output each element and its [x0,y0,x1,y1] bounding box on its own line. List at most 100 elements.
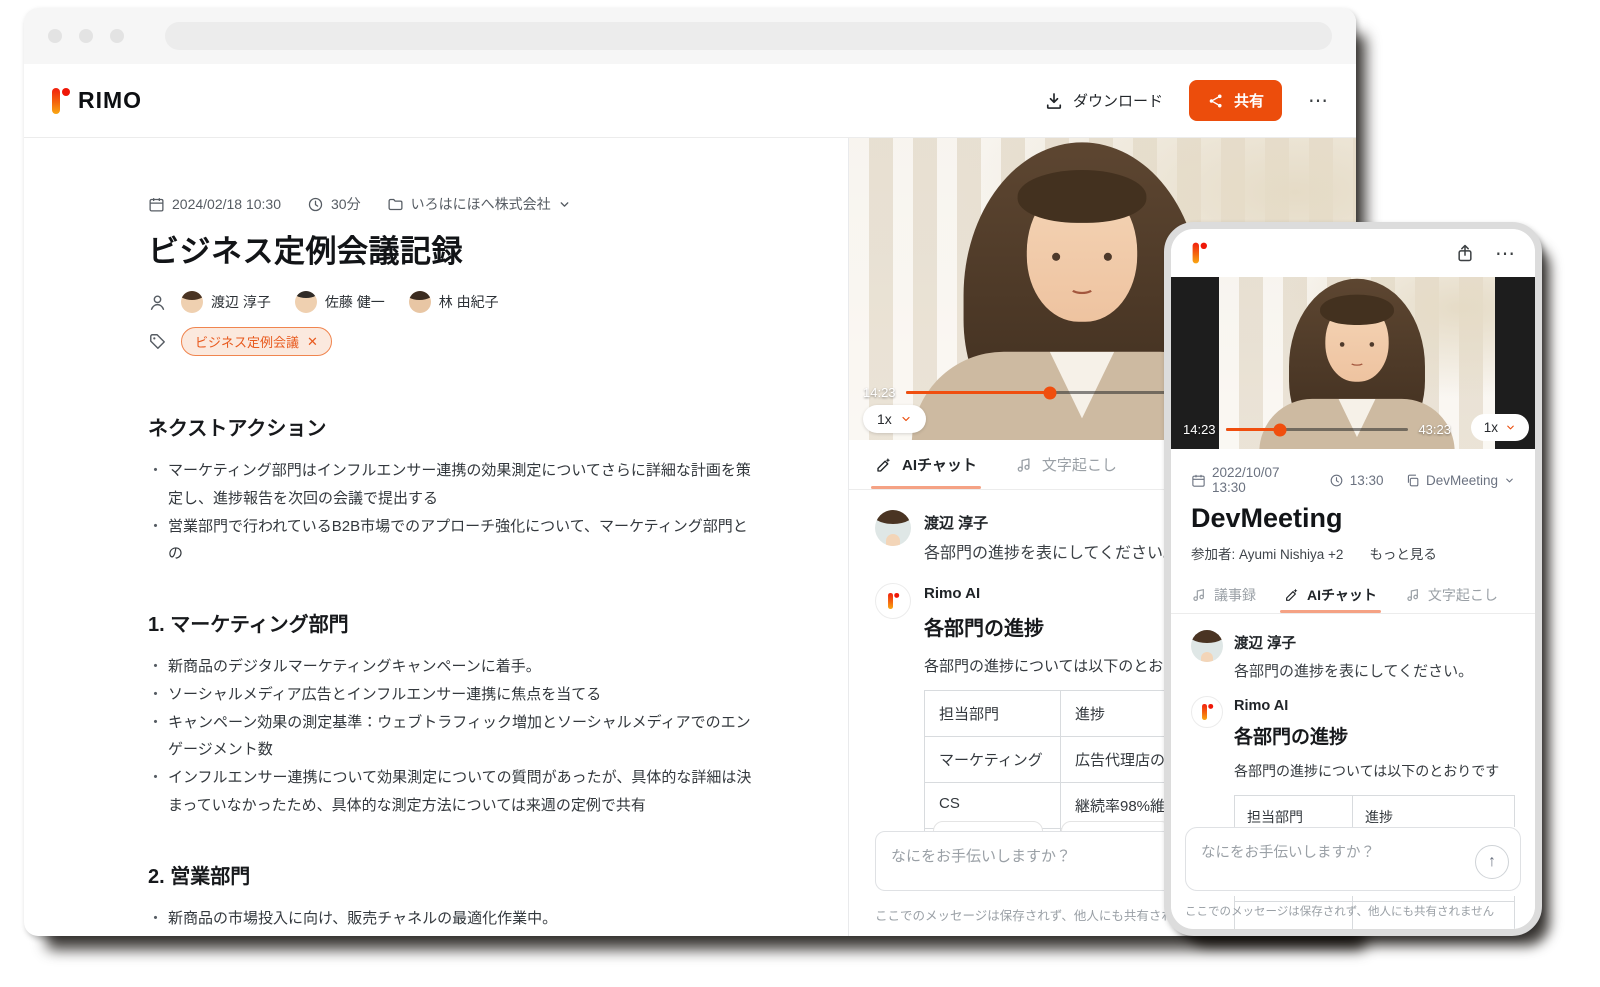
more-menu-button[interactable]: ⋯ [1308,88,1330,113]
meeting-duration: 13:30 [1329,473,1384,488]
bullet-item: インフルエンサー連携について効果測定についての質問があったが、具体的な詳細は決ま… [148,764,760,820]
copy-icon [1405,473,1420,488]
page: RIMO ダウンロード 共有 ⋯ 2024/0 [0,0,1600,987]
playback-current-time: 14:23 [863,385,896,400]
meeting-date: 2024/02/18 10:30 [148,196,281,213]
tab-ai-chat[interactable]: AIチャット [875,440,977,489]
share-icon [1207,92,1225,110]
page-title: DevMeeting [1171,503,1535,534]
download-icon [1044,91,1064,111]
chevron-down-icon [1504,475,1515,486]
section-heading: ネクストアクション [148,412,760,441]
progress-bar[interactable] [1226,428,1409,431]
chat-input-area: ↑ ここでのメッセージは保存されず、他人にも共有されません [1185,827,1521,919]
rimo-logo[interactable]: RIMO [50,86,142,116]
bullet-item: B2B市場でのアプローチ強化。 [148,932,760,936]
rimo-logo-icon [1201,703,1213,722]
ai-answer-heading: 各部門の進捗 [1234,722,1515,749]
mobile-app-window: ⋯ 14:23 43:23 [1164,222,1542,936]
avatar [875,510,911,546]
clock-icon [307,196,324,213]
download-button[interactable]: ダウンロード [1044,90,1163,111]
folder-selector[interactable]: DevMeeting [1405,473,1515,488]
folder-selector[interactable]: いろはにほへ株式会社 [387,194,571,214]
mobile-top-bar: ⋯ [1171,229,1535,277]
tab-transcript[interactable]: 文字起こし [1405,576,1498,613]
participant: 林 由紀子 [409,291,499,313]
participants-summary: 参加者: Ayumi Nishiya +2 [1191,543,1343,563]
bullet-item: 新商品の市場投入に向け、販売チャネルの最適化作業中。 [148,905,760,933]
calendar-icon [1191,473,1206,488]
tab-transcript[interactable]: 文字起こし [1015,440,1117,489]
playback-speed-button[interactable]: 1x [863,405,926,433]
tag-icon [148,332,167,351]
user-message: 渡辺 淳子 各部門の進捗を表にしてください。 [1191,630,1515,684]
share-button[interactable]: 共有 [1189,80,1282,121]
meeting-tag[interactable]: ビジネス定例会議 ✕ [181,327,332,356]
section-heading: 2. 営業部門 [148,860,760,889]
rimo-ai-avatar [875,583,911,619]
window-minimize-button[interactable] [79,29,93,43]
playback-speed-button[interactable]: 1x [1471,414,1529,441]
ai-pen-icon [1284,587,1300,603]
mobile-video-player[interactable]: 14:23 43:23 1x [1171,277,1535,449]
chevron-down-icon [1505,422,1516,433]
progress-handle[interactable] [1274,423,1287,436]
music-note-icon [1405,587,1421,603]
playback-total-time: 43:23 [1418,422,1451,437]
ai-chat-thread: 渡辺 淳子 各部門の進捗を表にしてください。 Rimo AI 各部門の進捗 各部… [1171,614,1535,929]
section-heading: 1. マーケティング部門 [148,608,760,637]
message-text: 各部門の進捗を表にしてください。 [1234,660,1515,684]
ios-share-icon[interactable] [1455,243,1475,263]
section-bullets: マーケティング部門はインフルエンサー連携の効果測定についてさらに詳細な計画を策定… [148,457,760,568]
more-menu-button[interactable]: ⋯ [1495,241,1517,266]
tab-minutes[interactable]: 議事録 [1191,576,1256,613]
meeting-duration: 30分 [307,194,361,214]
rimo-logo-icon[interactable] [1191,241,1207,265]
browser-url-bar[interactable] [165,22,1332,50]
section-bullets: 新商品の市場投入に向け、販売チャネルの最適化作業中。 B2B市場でのアプローチ強… [148,905,760,937]
meeting-document: 2024/02/18 10:30 30分 いろはにほへ株式会社 ビジネス定例会議… [24,138,848,936]
rimo-ai-avatar [1191,696,1223,728]
send-button[interactable]: ↑ [1475,845,1509,879]
share-label: 共有 [1234,90,1264,111]
avatar [295,291,317,313]
bullet-item: 営業部門で行われているB2B市場でのアプローチ強化について、マーケティング部門と… [148,513,760,569]
section-bullets: 新商品のデジタルマーケティングキャンペーンに着手。 ソーシャルメディア広告とイン… [148,653,760,820]
tab-ai-chat[interactable]: AIチャット [1284,576,1377,613]
progress-handle[interactable] [1043,386,1056,399]
ai-answer-text: 各部門の進捗については以下のとおりです [1234,761,1515,781]
download-label: ダウンロード [1073,90,1163,111]
music-note-icon [1015,456,1033,474]
bullet-item: マーケティング部門はインフルエンサー連携の効果測定についてさらに詳細な計画を策定… [148,457,760,513]
chevron-down-icon [558,198,571,211]
brand-wordmark: RIMO [78,87,142,114]
avatar [181,291,203,313]
avatar [1191,630,1223,662]
bullet-item: キャンペーン効果の測定基準：ウェブトラフィック増加とソーシャルメディアでのエンゲ… [148,709,760,765]
bullet-item: ソーシャルメディア広告とインフルエンサー連携に焦点を当てる [148,681,760,709]
participants-row: 渡辺 淳子 佐藤 健一 林 由紀子 [148,291,760,313]
mobile-tabs: 議事録 AIチャット 文字起こし [1171,576,1535,614]
table-header-cell: 担当部門 [925,690,1061,736]
meeting-date: 2022/10/07 13:30 [1191,465,1307,495]
window-zoom-button[interactable] [110,29,124,43]
rimo-logo-icon [50,86,70,116]
chevron-down-icon [900,413,912,425]
clock-icon [1329,473,1344,488]
person-icon [148,293,167,312]
desktop-browser-window: RIMO ダウンロード 共有 ⋯ 2024/0 [24,8,1356,936]
page-title: ビジネス定例会議記録 [148,226,760,271]
privacy-note: ここでのメッセージは保存されず、他人にも共有されません [1185,903,1521,919]
music-note-icon [1191,587,1207,603]
window-close-button[interactable] [48,29,62,43]
participant: 渡辺 淳子 [181,291,271,313]
participant: 佐藤 健一 [295,291,385,313]
message-author: Rimo AI [1234,696,1515,714]
chat-input[interactable] [1185,827,1521,891]
see-more-link[interactable]: もっと見る [1369,543,1437,563]
tag-remove-icon[interactable]: ✕ [307,334,318,350]
ai-pen-icon [875,456,893,474]
folder-icon [387,196,404,213]
avatar [409,291,431,313]
